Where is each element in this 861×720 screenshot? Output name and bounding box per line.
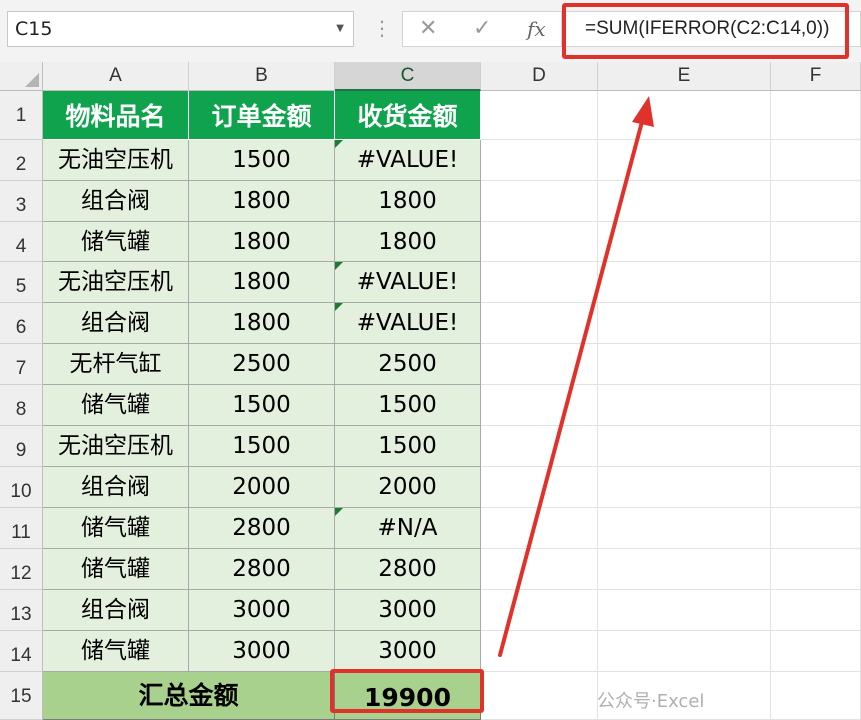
annotation-arrow — [498, 96, 654, 657]
watermark: 公众号·Excel — [597, 691, 705, 712]
